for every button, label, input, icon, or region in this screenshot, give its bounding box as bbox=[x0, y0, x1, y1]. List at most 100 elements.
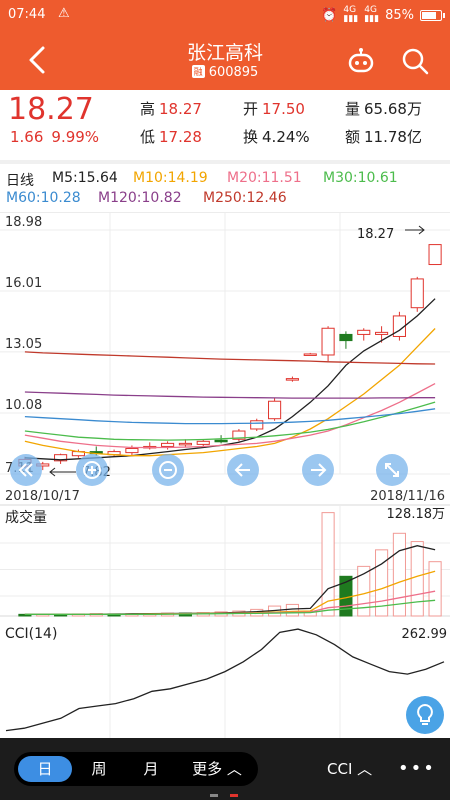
ma-legend-m5: M5:15.64 bbox=[52, 170, 118, 186]
fullscreen-button[interactable] bbox=[376, 454, 408, 486]
change-percent: 9.99% bbox=[51, 128, 100, 146]
candle-body bbox=[196, 440, 210, 445]
margin-badge: 融 bbox=[191, 65, 205, 78]
bottom-bar: 日 周 月 更多 ︿ CCI ︿ ••• bbox=[0, 738, 450, 800]
tab-month[interactable]: 月 bbox=[128, 756, 174, 782]
candle-body bbox=[375, 331, 389, 335]
open-cell: 开 17.50 bbox=[243, 100, 305, 118]
volume-bar bbox=[285, 603, 299, 617]
volume-cell: 量 65.68万 bbox=[345, 100, 422, 118]
signal-4g-2-icon: 4G ▮▮▮ bbox=[364, 5, 380, 24]
robot-icon[interactable] bbox=[346, 46, 376, 76]
ma-legend-m250: M250:12.46 bbox=[203, 190, 287, 206]
volume-ma-line bbox=[24, 545, 436, 615]
battery-icon bbox=[420, 9, 445, 21]
stock-name: 张江高科 bbox=[186, 42, 263, 64]
candle-body bbox=[303, 353, 317, 356]
battery-text: 85% bbox=[385, 7, 414, 23]
turnover-cell: 换 4.24% bbox=[243, 128, 310, 146]
lightbulb-icon bbox=[417, 703, 433, 725]
ma-line-m10 bbox=[24, 328, 436, 457]
scroll-left-far-button[interactable] bbox=[10, 454, 42, 486]
more-options-icon[interactable]: ••• bbox=[398, 758, 436, 779]
double-left-icon bbox=[18, 463, 33, 477]
arrow-right-icon bbox=[311, 463, 327, 477]
stock-code: 600895 bbox=[208, 65, 259, 80]
max-price-marker: 18.27 bbox=[357, 227, 394, 242]
tab-day[interactable]: 日 bbox=[18, 756, 72, 782]
tab-more-label: 更多 bbox=[192, 760, 223, 778]
tab-week[interactable]: 周 bbox=[76, 756, 122, 782]
zoom-out-button[interactable] bbox=[152, 454, 184, 486]
zoom-in-button[interactable] bbox=[76, 454, 108, 486]
indicator-selector[interactable]: CCI ︿ bbox=[327, 758, 372, 779]
cci-label: CCI(14) bbox=[5, 626, 57, 642]
amount-cell: 额 11.78亿 bbox=[345, 128, 422, 146]
stock-code-row: 融 600895 bbox=[0, 65, 450, 80]
candle-body bbox=[285, 378, 299, 381]
ma-line-m250 bbox=[24, 351, 436, 365]
turnover-value: 4.24% bbox=[262, 128, 310, 146]
ma-line-m30 bbox=[24, 401, 436, 441]
zoom-out-icon bbox=[159, 461, 177, 479]
ma-line-m5 bbox=[24, 298, 436, 461]
candle-body bbox=[410, 278, 424, 309]
high-cell: 高 18.27 bbox=[140, 100, 202, 118]
header: 张江高科 融 600895 bbox=[0, 30, 450, 90]
candle-body bbox=[321, 327, 335, 356]
ma-legend-m120: M120:10.82 bbox=[98, 190, 182, 206]
y-tick-label: 16.01 bbox=[5, 276, 42, 291]
volume-label: 成交量 bbox=[5, 509, 47, 526]
volume-bar bbox=[428, 561, 442, 617]
low-cell: 低 17.28 bbox=[140, 128, 202, 146]
candle-body bbox=[161, 442, 175, 447]
amount-value: 11.78亿 bbox=[364, 128, 422, 146]
ma-legend-m60: M60:10.28 bbox=[6, 190, 81, 206]
date-start-label: 2018/10/17 bbox=[5, 489, 80, 504]
zoom-in-icon bbox=[83, 461, 101, 479]
price-change: 1.66 9.99% bbox=[10, 128, 107, 146]
open-value: 17.50 bbox=[262, 100, 305, 118]
high-value: 18.27 bbox=[159, 100, 202, 118]
y-tick-label: 13.05 bbox=[5, 337, 42, 352]
move-right-button[interactable] bbox=[302, 454, 334, 486]
ma-legend: 日线 M5:15.64 M10:14.19 M20:11.51 M30:10.6… bbox=[0, 166, 450, 212]
home-indicator bbox=[210, 794, 238, 797]
ma-legend-m20: M20:11.51 bbox=[227, 170, 302, 186]
candle-body bbox=[125, 448, 139, 454]
volume-max-label: 128.18万 bbox=[387, 507, 446, 522]
date-end-label: 2018/11/16 bbox=[370, 489, 445, 504]
search-icon[interactable] bbox=[400, 46, 430, 76]
move-left-button[interactable] bbox=[227, 454, 259, 486]
ma-line-m120 bbox=[24, 391, 436, 399]
candle-body bbox=[268, 400, 282, 420]
volume-ma-line bbox=[24, 570, 436, 615]
quote-panel: 18.27 1.66 9.99% 高 18.27 低 17.28 开 17.50 换 4.… bbox=[0, 90, 450, 162]
period-label[interactable]: 日线 bbox=[6, 170, 34, 190]
ma-line-m60 bbox=[24, 408, 436, 425]
volume-bar bbox=[410, 541, 424, 617]
indicator-label: CCI bbox=[327, 760, 353, 778]
status-time: 07:44 bbox=[8, 7, 46, 22]
tab-more[interactable]: 更多 ︿ bbox=[180, 756, 254, 782]
ma-legend-m10: M10:14.19 bbox=[133, 170, 208, 186]
candle-body bbox=[357, 329, 371, 335]
candle-body bbox=[250, 420, 264, 430]
low-value: 17.28 bbox=[159, 128, 202, 146]
divider bbox=[0, 160, 450, 164]
candle-body bbox=[178, 442, 192, 446]
volume-value: 65.68万 bbox=[364, 100, 422, 118]
candle-body bbox=[428, 244, 442, 266]
last-price: 18.27 bbox=[8, 92, 94, 127]
alarm-icon: ⏰ bbox=[321, 7, 338, 23]
warning-icon: ⚠ bbox=[58, 6, 70, 21]
candle-body bbox=[339, 333, 353, 342]
change-value: 1.66 bbox=[10, 128, 44, 146]
signal-4g-icon: 4G ▮▮▮ bbox=[343, 5, 359, 24]
period-tabs: 日 周 月 更多 ︿ bbox=[14, 752, 258, 786]
chevron-up-icon: ︿ bbox=[357, 760, 373, 778]
ma-legend-m30: M30:10.61 bbox=[323, 170, 398, 186]
chevron-up-icon: ︿ bbox=[226, 760, 242, 778]
y-tick-label: 18.98 bbox=[5, 215, 42, 230]
tips-bulb-button[interactable] bbox=[406, 696, 444, 734]
